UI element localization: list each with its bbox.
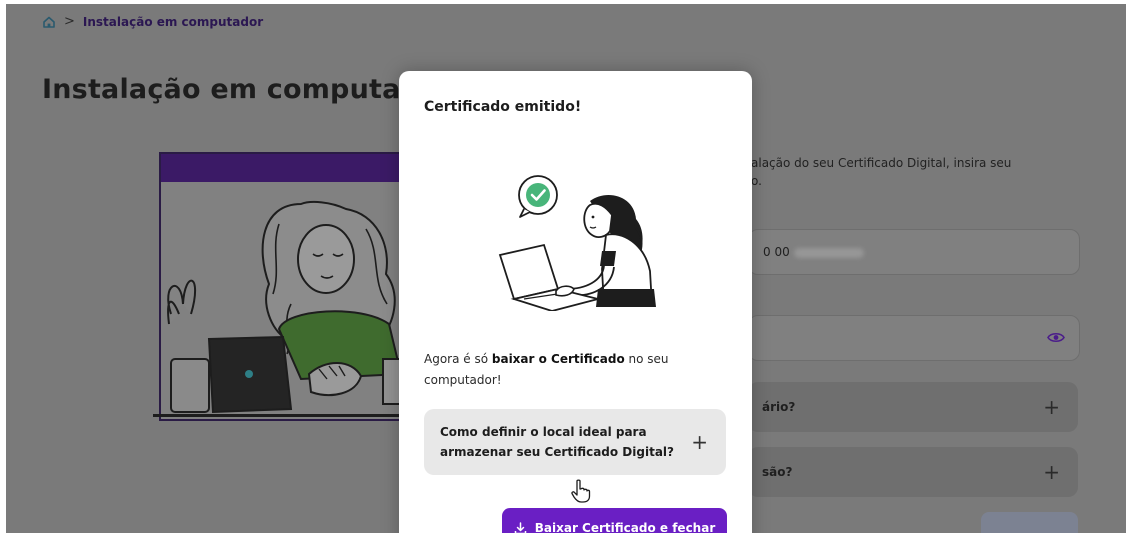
illustration-baseline	[153, 414, 409, 417]
faq-question: Como definir o local ideal para armazena…	[440, 425, 674, 459]
cpf-input[interactable]: 0 00	[748, 229, 1080, 275]
background-page: > Instalação em computador Instalação em…	[6, 4, 1126, 533]
hand-cursor-icon	[571, 479, 591, 507]
page-title: Instalação em computador	[42, 74, 453, 105]
installation-instructions: alação do seu Certificado Digital, insir…	[751, 154, 1071, 190]
screenshot-frame: > Instalação em computador Instalação em…	[0, 0, 1132, 533]
modal-message-prefix: Agora é só	[424, 352, 492, 366]
cpf-input-value: 0 00	[763, 245, 790, 259]
download-icon	[514, 521, 527, 533]
cpf-input-value-row: 0 00	[763, 245, 864, 259]
plus-icon: +	[691, 430, 708, 454]
modal-title: Certificado emitido!	[424, 99, 582, 115]
breadcrumb-current[interactable]: Instalação em computador	[83, 15, 263, 29]
instructions-line-2: o.	[751, 174, 762, 188]
installation-illustration	[159, 152, 413, 421]
accordion-item-2[interactable]: são? +	[748, 447, 1078, 497]
breadcrumb-separator: >	[64, 14, 75, 29]
modal-message-bold: baixar o Certificado	[491, 352, 625, 366]
eye-icon[interactable]	[1047, 329, 1065, 348]
accordion-item-2-label: são?	[762, 465, 793, 479]
plus-icon: +	[1043, 460, 1060, 484]
accordion-item-1-label: ário?	[762, 400, 796, 414]
plus-icon: +	[1043, 395, 1060, 419]
success-illustration	[494, 171, 664, 315]
accordion-item-1[interactable]: ário? +	[748, 382, 1078, 432]
continue-button[interactable]	[981, 512, 1078, 533]
certificate-issued-modal: Certificado emitido! Agora é só baixar o…	[399, 71, 752, 533]
instructions-line-1: alação do seu Certificado Digital, insir…	[751, 156, 1012, 170]
breadcrumb: > Instalação em computador	[42, 14, 263, 29]
download-certificate-button[interactable]: Baixar Certificado e fechar	[502, 508, 727, 533]
modal-message: Agora é só baixar o Certificado no seu c…	[424, 349, 724, 391]
faq-storage-location[interactable]: Como definir o local ideal para armazena…	[424, 409, 726, 475]
download-button-label: Baixar Certificado e fechar	[534, 521, 716, 533]
home-icon[interactable]	[42, 15, 56, 29]
blurred-value	[793, 247, 864, 258]
password-input[interactable]	[748, 315, 1080, 361]
